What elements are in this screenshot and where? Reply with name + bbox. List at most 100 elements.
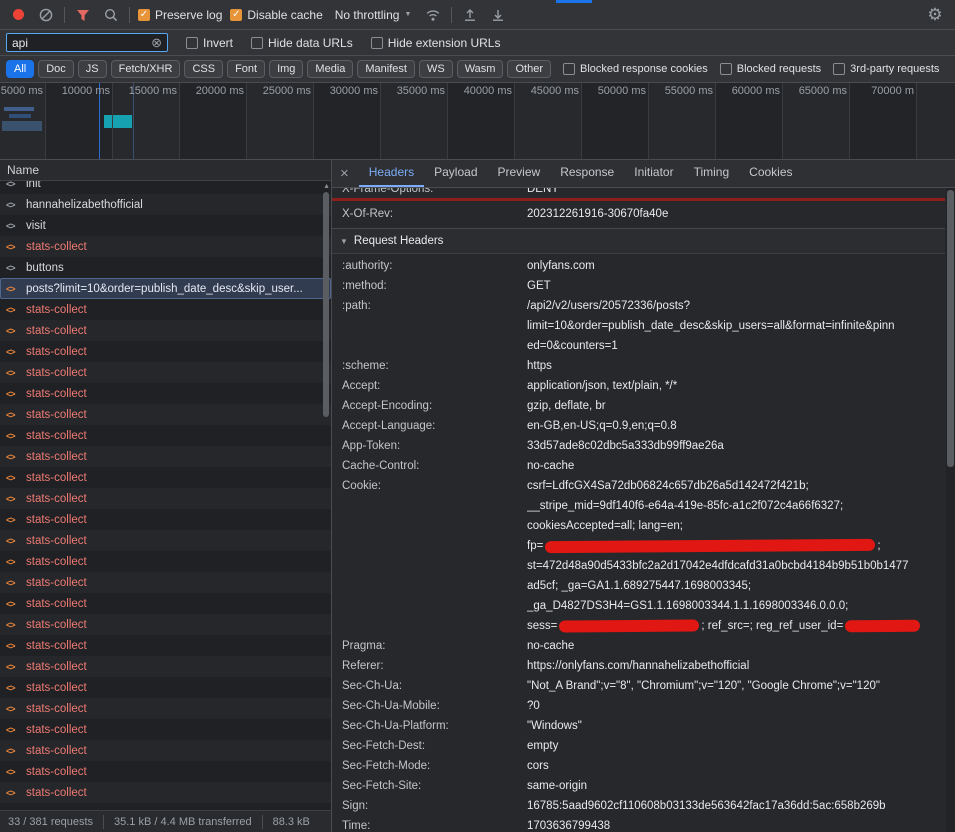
close-icon[interactable]: × xyxy=(338,165,357,182)
request-row[interactable]: <>stats-collect xyxy=(0,635,331,656)
scrollbar-thumb[interactable] xyxy=(947,190,954,467)
request-row[interactable]: <>stats-collect xyxy=(0,320,331,341)
waterfall-bar xyxy=(9,114,31,118)
request-list-scrollbar[interactable] xyxy=(322,192,330,808)
hide-data-urls-checkbox[interactable]: Hide data URLs xyxy=(251,36,353,50)
request-row[interactable]: <>stats-collect xyxy=(0,467,331,488)
request-row[interactable]: <>stats-collect xyxy=(0,614,331,635)
filter-input[interactable]: api ⊗ xyxy=(6,33,168,52)
header-value-text: 202312261916-30670fa40e xyxy=(527,208,668,220)
request-name: stats-collect xyxy=(26,514,87,526)
header-name: Referer: xyxy=(332,656,527,676)
toolbar-divider xyxy=(451,7,452,23)
disable-cache-checkbox[interactable]: ✓ Disable cache xyxy=(230,8,322,22)
timeline-overview[interactable]: 5000 ms10000 ms15000 ms20000 ms25000 ms3… xyxy=(0,83,955,160)
type-filter-all[interactable]: All xyxy=(6,60,34,78)
devtools-network-panel: ✓ Preserve log ✓ Disable cache No thrott… xyxy=(0,0,955,832)
requests-count[interactable]: 33 / 381 requests xyxy=(8,816,93,828)
3rd-party-requests-checkbox[interactable]: 3rd-party requests xyxy=(833,63,939,75)
request-row[interactable]: <>stats-collect xyxy=(0,572,331,593)
timeline-tick-label: 30000 ms xyxy=(330,85,378,97)
requests-pane: Name <>init<>hannahelizabethofficial<>vi… xyxy=(0,160,332,832)
scroll-up-icon[interactable]: ▲ xyxy=(323,183,330,190)
tab-headers[interactable]: Headers xyxy=(359,160,424,187)
import-har-button[interactable] xyxy=(460,5,480,25)
request-name: stats-collect xyxy=(26,598,87,610)
header-value: no-cache xyxy=(527,456,945,476)
preserve-log-checkbox[interactable]: ✓ Preserve log xyxy=(138,8,222,22)
request-type-icon: <> xyxy=(6,347,21,357)
header-name: Cache-Control: xyxy=(332,456,527,476)
record-button[interactable] xyxy=(8,5,28,25)
clipped-header-row: X-Frame-Options: DENY xyxy=(332,188,945,198)
filter-toggle-button[interactable] xyxy=(73,5,93,25)
type-filter-other[interactable]: Other xyxy=(507,60,551,78)
request-row[interactable]: <>stats-collect xyxy=(0,530,331,551)
type-filter-fetch-xhr[interactable]: Fetch/XHR xyxy=(111,60,181,78)
request-row[interactable]: <>hannahelizabethofficial xyxy=(0,194,331,215)
type-filter-wasm[interactable]: Wasm xyxy=(457,60,504,78)
clear-button[interactable] xyxy=(36,5,56,25)
export-har-button[interactable] xyxy=(488,5,508,25)
request-type-icon: <> xyxy=(6,767,21,777)
request-list: <>init<>hannahelizabethofficial<>visit <>… xyxy=(0,181,331,810)
type-filter-ws[interactable]: WS xyxy=(419,60,453,78)
header-value: gzip, deflate, br xyxy=(527,396,945,416)
hide-extension-urls-checkbox[interactable]: Hide extension URLs xyxy=(371,36,501,50)
tab-initiator[interactable]: Initiator xyxy=(624,160,683,187)
request-row[interactable]: <>stats-collect xyxy=(0,488,331,509)
request-type-icon: <> xyxy=(6,725,21,735)
checkbox-unchecked-icon xyxy=(371,37,383,49)
network-conditions-button[interactable] xyxy=(423,5,443,25)
type-filter-manifest[interactable]: Manifest xyxy=(357,60,415,78)
request-row[interactable]: <>stats-collect xyxy=(0,677,331,698)
throttling-select[interactable]: No throttling ▼ xyxy=(331,6,416,24)
type-filter-media[interactable]: Media xyxy=(307,60,353,78)
tab-preview[interactable]: Preview xyxy=(488,160,551,187)
request-row[interactable]: <>stats-collect xyxy=(0,236,331,257)
blocked-requests-checkbox[interactable]: Blocked requests xyxy=(720,63,821,75)
request-row[interactable]: <>stats-collect xyxy=(0,551,331,572)
request-row[interactable]: <>stats-collect xyxy=(0,656,331,677)
request-row[interactable]: <>visit xyxy=(0,215,331,236)
type-filter-img[interactable]: Img xyxy=(269,60,303,78)
blocked-response-cookies-checkbox[interactable]: Blocked response cookies xyxy=(563,63,708,75)
request-row[interactable]: <> stats-collect xyxy=(0,509,331,530)
request-headers-section-header[interactable]: ▼ Request Headers xyxy=(332,229,945,254)
request-type-icon: <> xyxy=(6,515,21,525)
invert-checkbox[interactable]: Invert xyxy=(186,36,233,50)
request-row[interactable]: <>stats-collect xyxy=(0,719,331,740)
request-row[interactable]: <>buttons xyxy=(0,257,331,278)
request-row[interactable]: <>stats-collect xyxy=(0,425,331,446)
request-row[interactable]: <>stats-collect xyxy=(0,593,331,614)
request-row[interactable]: <>stats-collect xyxy=(0,341,331,362)
status-bar: 33 / 381 requests 35.1 kB / 4.4 MB trans… xyxy=(0,810,331,832)
name-column-header[interactable]: Name xyxy=(0,160,331,181)
tab-cookies[interactable]: Cookies xyxy=(739,160,802,187)
request-row[interactable]: <>stats-collect xyxy=(0,740,331,761)
request-row[interactable]: <>stats-collect xyxy=(0,299,331,320)
request-row[interactable]: <>stats-collect xyxy=(0,761,331,782)
header-value: "Windows" xyxy=(527,716,945,736)
request-row[interactable]: <>stats-collect xyxy=(0,383,331,404)
tab-payload[interactable]: Payload xyxy=(424,160,487,187)
type-filter-doc[interactable]: Doc xyxy=(38,60,74,78)
type-filter-css[interactable]: CSS xyxy=(184,60,223,78)
type-filter-js[interactable]: JS xyxy=(78,60,107,78)
request-row[interactable]: <>init xyxy=(0,181,331,194)
clear-filter-icon[interactable]: ⊗ xyxy=(151,36,162,49)
request-name: stats-collect xyxy=(26,304,87,316)
search-button[interactable] xyxy=(101,5,121,25)
request-row[interactable]: <>stats-collect xyxy=(0,698,331,719)
details-scrollbar[interactable] xyxy=(946,188,955,832)
request-row[interactable]: <>stats-collect xyxy=(0,404,331,425)
tab-response[interactable]: Response xyxy=(550,160,624,187)
tab-timing[interactable]: Timing xyxy=(684,160,740,187)
request-row[interactable]: <>stats-collect xyxy=(0,362,331,383)
scrollbar-thumb[interactable] xyxy=(323,192,329,417)
request-row[interactable]: <>posts?limit=10&order=publish_date_desc… xyxy=(0,278,331,299)
request-row[interactable]: <>stats-collect xyxy=(0,446,331,467)
request-row[interactable]: <>stats-collect xyxy=(0,782,331,803)
settings-button[interactable]: ⚙ xyxy=(923,5,947,25)
type-filter-font[interactable]: Font xyxy=(227,60,265,78)
